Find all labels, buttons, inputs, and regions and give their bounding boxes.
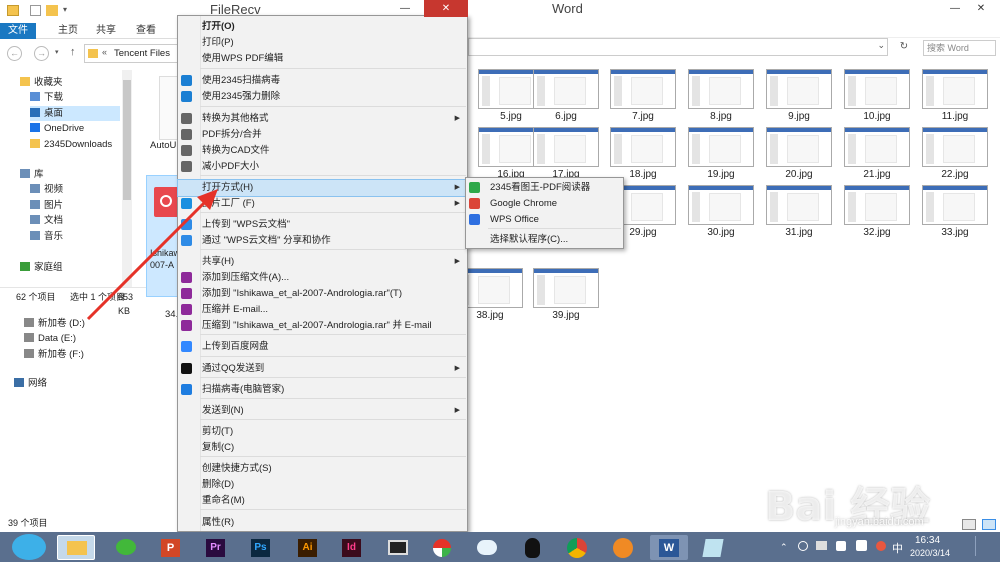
file-explorer-icon[interactable] bbox=[57, 535, 95, 560]
cloud-app-icon[interactable] bbox=[468, 535, 506, 560]
flag-icon[interactable] bbox=[856, 540, 867, 551]
chevron-up-icon[interactable]: ⌃ bbox=[780, 542, 788, 553]
wechat-icon[interactable] bbox=[107, 535, 145, 560]
network-icon[interactable] bbox=[798, 541, 808, 551]
thumbnail-view-icon[interactable] bbox=[982, 519, 996, 530]
qq-icon[interactable] bbox=[514, 535, 552, 560]
video-player-icon[interactable] bbox=[378, 535, 416, 560]
taskbar: P Pr Ps Ai Id W ⌃ 中 16:34 2020/3/14 bbox=[0, 532, 1000, 562]
powerpoint-icon[interactable]: P bbox=[151, 535, 189, 560]
browser-360-icon[interactable] bbox=[12, 534, 46, 560]
show-desktop-button[interactable] bbox=[975, 536, 991, 556]
watermark-url: jingyan.baidu.com bbox=[835, 516, 924, 528]
pinwheel-app-icon[interactable] bbox=[423, 535, 461, 560]
details-view-icon[interactable] bbox=[962, 519, 976, 530]
notebook-app-icon[interactable] bbox=[694, 535, 732, 560]
clock-date[interactable]: 2020/3/14 bbox=[910, 548, 950, 558]
photoshop-icon[interactable]: Ps bbox=[241, 535, 279, 560]
illustrator-icon[interactable]: Ai bbox=[288, 535, 326, 560]
word-icon[interactable]: W bbox=[650, 535, 688, 560]
close-button[interactable]: ✕ bbox=[424, 0, 468, 17]
ime-indicator[interactable]: 中 bbox=[892, 540, 903, 556]
chrome-icon[interactable] bbox=[558, 535, 596, 560]
indesign-icon[interactable]: Id bbox=[332, 535, 370, 560]
battery-icon[interactable] bbox=[816, 541, 827, 550]
thunder-download-icon[interactable] bbox=[604, 535, 642, 560]
clock-time[interactable]: 16:34 bbox=[915, 535, 940, 546]
premiere-icon[interactable]: Pr bbox=[196, 535, 234, 560]
minimize-button[interactable]: — bbox=[392, 0, 418, 17]
volume-icon[interactable] bbox=[836, 541, 846, 551]
sogou-icon[interactable] bbox=[876, 541, 886, 551]
